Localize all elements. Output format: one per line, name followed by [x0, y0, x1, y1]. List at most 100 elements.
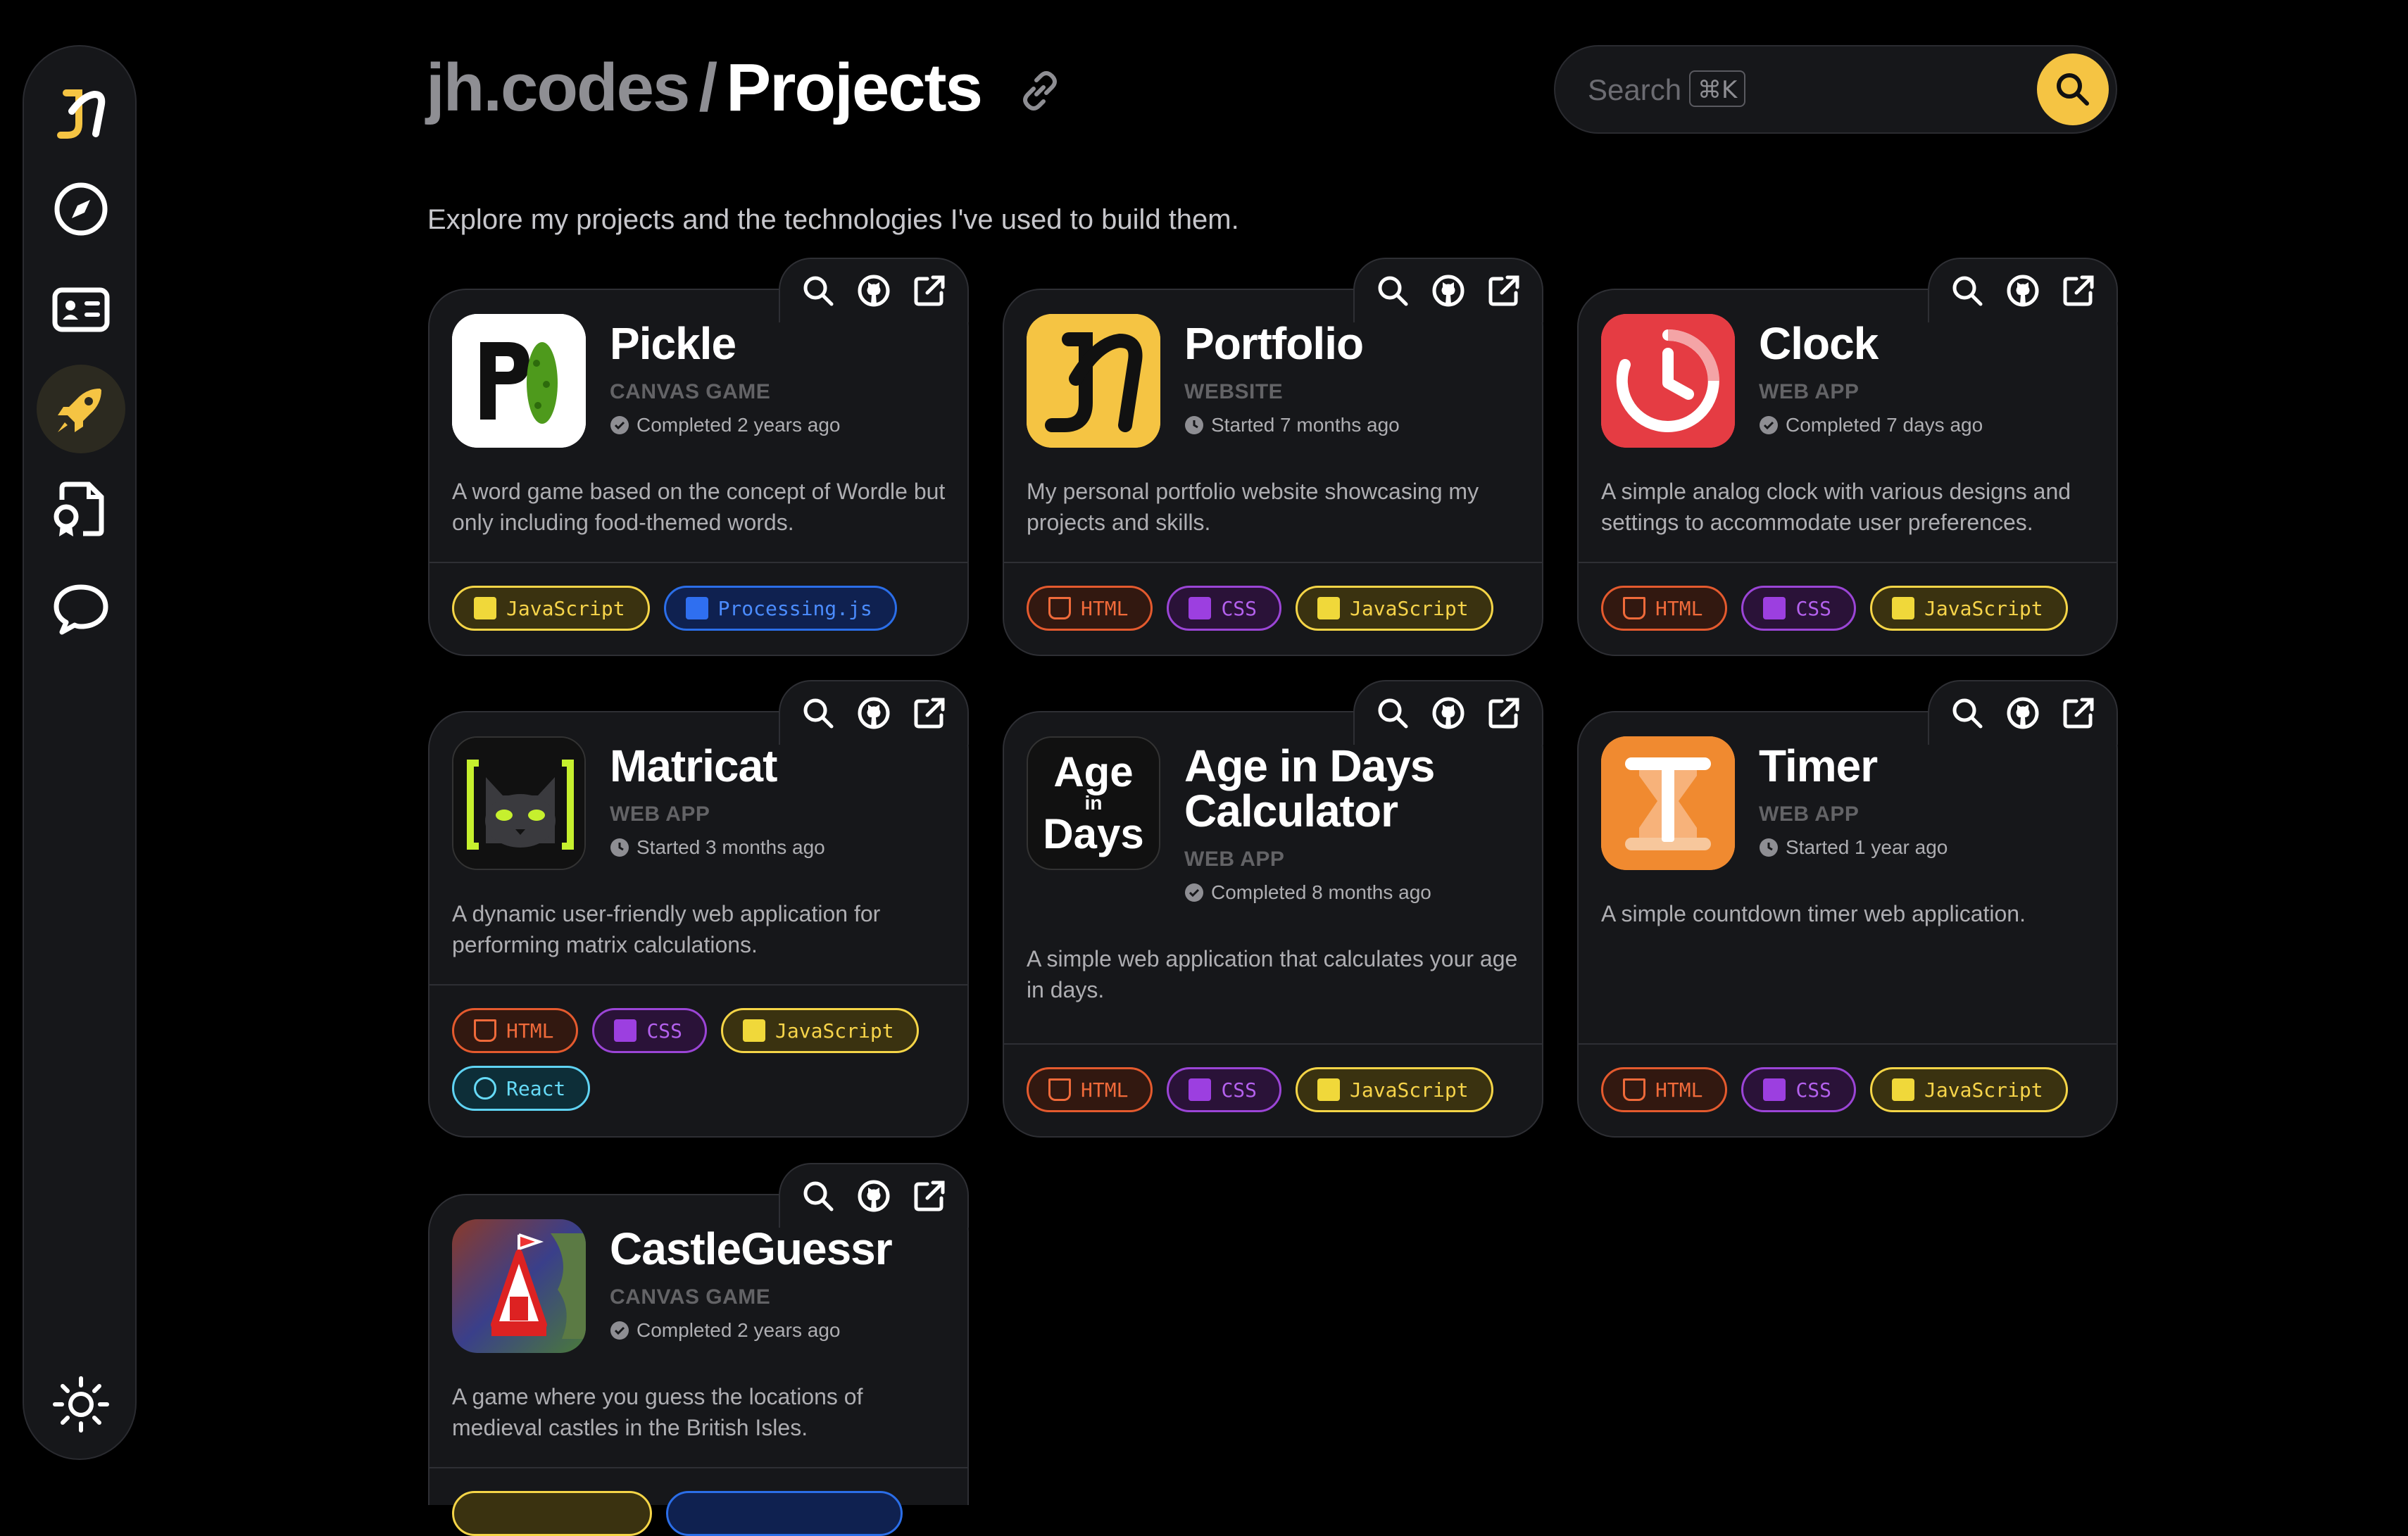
project-name[interactable]: CastleGuessr — [610, 1226, 893, 1271]
project-type: CANVAS GAME — [610, 1285, 771, 1309]
javascript-icon — [474, 597, 496, 619]
search-input[interactable]: Search — [1588, 73, 1681, 107]
tag-html[interactable]: HTML — [1601, 1067, 1728, 1112]
search-icon[interactable] — [801, 273, 836, 308]
external-link-icon[interactable] — [1486, 273, 1522, 308]
project-status: Completed 2 years ago — [610, 414, 841, 436]
tag-javascript[interactable]: JavaScript — [1870, 586, 2068, 631]
tag-javascript[interactable]: JavaScript — [721, 1008, 919, 1053]
card-divider — [1579, 1043, 2117, 1045]
project-card-timer: Timer WEB APP Started 1 year ago A simpl… — [1577, 680, 2118, 1138]
css3-icon — [1763, 1078, 1786, 1101]
theme-toggle-button[interactable] — [37, 1360, 125, 1449]
tag-css[interactable]: CSS — [1167, 586, 1282, 631]
github-icon[interactable] — [856, 695, 891, 731]
tag-javascript[interactable]: JavaScript — [1870, 1067, 2068, 1112]
breadcrumb-site[interactable]: jh.codes — [426, 50, 690, 125]
search-icon[interactable] — [1950, 273, 1985, 308]
card-actions — [1928, 680, 2118, 745]
breadcrumb-separator: / — [698, 50, 717, 125]
card-actions — [1353, 680, 1543, 745]
search-icon[interactable] — [1950, 695, 1985, 731]
css3-icon — [614, 1019, 637, 1042]
tag-html[interactable]: HTML — [1601, 586, 1728, 631]
link-icon[interactable] — [1017, 68, 1063, 114]
tag-javascript[interactable]: JavaScript — [452, 586, 650, 631]
github-icon[interactable] — [856, 1178, 891, 1214]
tag-processing-js[interactable]: Processing.js — [663, 586, 897, 631]
tech-tags: HTML CSS JavaScript — [1601, 586, 2102, 631]
search-button[interactable] — [2037, 53, 2109, 125]
tag-label: CSS — [1795, 596, 1832, 620]
project-name[interactable]: Matricat — [610, 743, 777, 788]
search-bar[interactable]: Search ⌘K — [1554, 45, 2117, 134]
check-circle-icon — [1759, 415, 1779, 435]
sidebar-item-contact[interactable] — [37, 565, 125, 653]
tag-css[interactable]: CSS — [1167, 1067, 1282, 1112]
tag-react[interactable]: React — [452, 1066, 591, 1111]
certificate-icon — [54, 481, 104, 536]
external-link-icon[interactable] — [912, 695, 947, 731]
tag-label: JavaScript — [1924, 1078, 2043, 1102]
chat-bubble-icon — [54, 584, 108, 635]
search-icon[interactable] — [1375, 695, 1410, 731]
sidebar-item-projects[interactable] — [37, 365, 125, 453]
tag-label: HTML — [1081, 1078, 1129, 1102]
sidebar-item-explore[interactable] — [37, 165, 125, 253]
tag-css[interactable]: CSS — [1741, 1067, 1857, 1112]
external-link-icon[interactable] — [2061, 273, 2096, 308]
project-card-age-in-days: Age in Days Age in Days Calculator WEB A… — [1003, 680, 1543, 1138]
tag-label: Processing.js — [717, 596, 872, 620]
tag-javascript[interactable]: JavaScript — [1296, 1067, 1493, 1112]
project-name[interactable]: Timer — [1759, 743, 1878, 788]
project-card-castleguessr: CastleGuessr CANVAS GAME Completed 2 yea… — [428, 1163, 969, 1536]
tag-html[interactable]: HTML — [1027, 586, 1153, 631]
project-status: Started 1 year ago — [1759, 836, 1948, 859]
castleguessr-logo-icon — [452, 1219, 586, 1353]
project-name[interactable]: Pickle — [610, 321, 736, 366]
project-type: WEB APP — [1759, 802, 1860, 826]
github-icon[interactable] — [856, 273, 891, 308]
github-icon[interactable] — [2005, 273, 2040, 308]
external-link-icon[interactable] — [2061, 695, 2096, 731]
search-icon[interactable] — [1375, 273, 1410, 308]
card-actions — [779, 258, 969, 322]
external-link-icon[interactable] — [912, 273, 947, 308]
tag-javascript[interactable]: JavaScript — [1296, 586, 1493, 631]
external-link-icon[interactable] — [1486, 695, 1522, 731]
project-name[interactable]: Age in Days Calculator — [1184, 743, 1435, 836]
search-icon[interactable] — [801, 1178, 836, 1214]
status-text: Started 7 months ago — [1211, 414, 1400, 436]
tag-processing-js[interactable] — [666, 1491, 903, 1536]
project-name[interactable]: Clock — [1759, 321, 1879, 366]
github-icon[interactable] — [1431, 695, 1466, 731]
tag-label: React — [506, 1076, 566, 1100]
portfolio-logo-icon — [1027, 314, 1160, 448]
processing-icon — [685, 597, 708, 619]
breadcrumb-page: Projects — [726, 50, 983, 125]
home-logo-link[interactable] — [37, 69, 125, 158]
tag-javascript[interactable] — [452, 1491, 652, 1536]
tag-html[interactable]: HTML — [1027, 1067, 1153, 1112]
tech-tags: HTML CSS JavaScript — [1027, 1067, 1528, 1112]
github-icon[interactable] — [2005, 695, 2040, 731]
project-name-line: Calculator — [1184, 786, 1398, 836]
tag-css[interactable]: CSS — [592, 1008, 708, 1053]
search-icon[interactable] — [801, 695, 836, 731]
sidebar-item-certificates[interactable] — [37, 465, 125, 553]
tech-tags — [452, 1491, 953, 1536]
tag-css[interactable]: CSS — [1741, 586, 1857, 631]
card-actions — [1928, 258, 2118, 322]
project-description: A dynamic user-friendly web application … — [452, 901, 881, 957]
project-name[interactable]: Portfolio — [1184, 321, 1364, 366]
sidebar-item-about[interactable] — [37, 265, 125, 353]
external-link-icon[interactable] — [912, 1178, 947, 1214]
project-card-matricat: Matricat WEB APP Started 3 months ago A … — [428, 680, 969, 1138]
logo-text: Age — [1053, 748, 1134, 795]
rocket-icon — [58, 389, 101, 432]
project-status: Started 7 months ago — [1184, 414, 1400, 436]
project-card-clock: Clock WEB APP Completed 7 days ago A sim… — [1577, 258, 2118, 656]
github-icon[interactable] — [1431, 273, 1466, 308]
css3-icon — [1763, 597, 1786, 619]
tag-html[interactable]: HTML — [452, 1008, 579, 1053]
